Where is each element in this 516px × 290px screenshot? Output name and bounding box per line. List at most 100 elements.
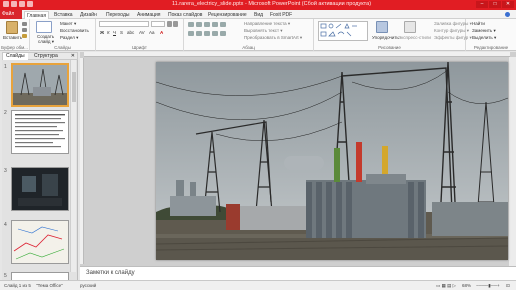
cut-icon[interactable] [22, 22, 27, 26]
group-label: Слайды [54, 45, 71, 50]
pane-tabs: Слайды Структура ✕ [2, 52, 78, 60]
select-button[interactable]: Выделить ▾ [472, 35, 496, 41]
scroll-thumb[interactable] [72, 72, 76, 102]
zoom-level[interactable]: 68% [462, 283, 471, 288]
slide-thumb-5[interactable] [11, 272, 69, 280]
align-text-button[interactable]: Выровнять текст ▾ [244, 28, 283, 34]
justify-icon[interactable] [212, 31, 218, 36]
quick-styles-button[interactable]: Экспресс-стили [398, 35, 431, 40]
shapes-gallery[interactable] [318, 21, 368, 41]
copy-icon[interactable] [22, 28, 27, 32]
fit-slide-icon[interactable]: ⊡ [506, 283, 510, 289]
dark-room-thumbnail [12, 168, 68, 210]
substation-thumbnail [13, 65, 67, 105]
slide-thumb-2[interactable] [11, 110, 69, 154]
strike-icon[interactable]: abc [127, 30, 134, 35]
align-right-icon[interactable] [204, 31, 210, 36]
reset-button[interactable]: Восстановить [60, 28, 89, 33]
columns-icon[interactable] [220, 31, 226, 36]
bold-icon[interactable]: Ж [100, 30, 104, 35]
group-label: Абзац [242, 45, 255, 50]
slide-number: 2 [4, 110, 7, 116]
text-direction-button[interactable]: Направление текста ▾ [244, 21, 290, 27]
tab-review[interactable]: Рецензирование [206, 11, 249, 19]
bullets-icon[interactable] [188, 22, 194, 27]
slide-thumb-1[interactable] [11, 63, 69, 107]
new-slide-icon[interactable] [36, 21, 52, 33]
redo-icon[interactable] [19, 1, 25, 7]
vertical-ruler [80, 58, 84, 264]
horizontal-ruler [84, 52, 510, 57]
format-painter-icon[interactable] [22, 34, 27, 38]
undo-icon[interactable] [11, 1, 17, 7]
tab-home[interactable]: Главная [24, 11, 49, 19]
paste-icon[interactable] [6, 21, 18, 34]
slide-thumb-4[interactable] [11, 220, 69, 264]
editor-scrollbar[interactable] [508, 57, 516, 266]
minimize-button[interactable]: – [476, 1, 488, 8]
group-clipboard: Вставить Буфер обм... [0, 19, 30, 51]
font-size-select[interactable] [151, 21, 165, 27]
help-icon[interactable] [505, 12, 510, 17]
grow-font-icon[interactable] [167, 21, 172, 27]
view-buttons[interactable]: ▭ ▦ ▤ ▷ [436, 283, 456, 289]
layout-button[interactable]: Макет ▾ [60, 21, 76, 27]
quick-access-toolbar[interactable] [3, 1, 43, 9]
close-pane-icon[interactable]: ✕ [71, 53, 75, 59]
zoom-slider[interactable]: −───▮──+ [476, 283, 500, 289]
shapes-icon [320, 23, 357, 37]
close-button[interactable]: ✕ [502, 1, 514, 8]
font-family-select[interactable] [99, 21, 149, 27]
group-editing: Найти Заменить ▾ Выделить ▾ Редактирован… [466, 19, 516, 51]
tab-outline-pane[interactable]: Структура [31, 53, 61, 60]
tab-file[interactable]: Файл [0, 10, 22, 19]
align-center-icon[interactable] [196, 31, 202, 36]
indent-increase-icon[interactable] [212, 22, 218, 27]
arrange-icon[interactable] [376, 21, 388, 33]
maximize-button[interactable]: □ [489, 1, 501, 8]
customize-icon[interactable] [27, 1, 33, 7]
slide-thumb-3[interactable] [11, 167, 69, 211]
arrange-button[interactable]: Упорядочить [372, 35, 399, 40]
case-icon[interactable]: Aa [149, 30, 155, 35]
numbering-icon[interactable] [196, 22, 202, 27]
tab-slides-pane[interactable]: Слайды [3, 53, 28, 60]
shape-outline-button[interactable]: Контур фигуры ▾ [434, 28, 469, 34]
ribbon-tabs: Файл Главная Вставка Дизайн Переходы Ани… [0, 10, 516, 19]
tab-insert[interactable]: Вставка [52, 11, 75, 19]
replace-button[interactable]: Заменить ▾ [472, 28, 496, 34]
paste-button[interactable]: Вставить [3, 35, 22, 40]
language-indicator[interactable]: русский [80, 283, 96, 288]
thumbnail-scrollbar[interactable] [70, 60, 76, 272]
smartart-button[interactable]: Преобразовать в SmartArt ▾ [244, 35, 302, 41]
quick-styles-icon[interactable] [404, 21, 416, 33]
notes-pane[interactable]: Заметки к слайду [80, 266, 516, 280]
group-label: Буфер обм... [1, 45, 28, 50]
tab-slideshow[interactable]: Показ слайдов [166, 11, 204, 19]
shrink-font-icon[interactable] [173, 21, 178, 27]
tab-foxit-pdf[interactable]: Foxit PDF [268, 11, 294, 19]
shadow-icon[interactable]: S [120, 30, 123, 35]
group-label: Шрифт [132, 45, 147, 50]
indent-decrease-icon[interactable] [204, 22, 210, 27]
group-label: Рисование [378, 45, 401, 50]
save-icon[interactable] [3, 1, 9, 7]
italic-icon[interactable]: К [107, 30, 110, 35]
find-button[interactable]: Найти [472, 21, 485, 26]
spacing-icon[interactable]: AV [139, 30, 145, 35]
underline-icon[interactable]: Ч [113, 30, 116, 35]
tab-transitions[interactable]: Переходы [104, 11, 131, 19]
tab-animation[interactable]: Анимация [135, 11, 162, 19]
font-color-icon[interactable]: A [160, 30, 163, 35]
line-spacing-icon[interactable] [220, 22, 226, 27]
current-slide[interactable] [156, 62, 508, 260]
map-thumbnail [12, 221, 68, 263]
slide-thumbnails: 1 2 3 4 5 [2, 60, 78, 280]
align-left-icon[interactable] [188, 31, 194, 36]
tab-design[interactable]: Дизайн [78, 11, 99, 19]
group-slides: Создать слайд ▾ Макет ▾ Восстановить Раз… [30, 19, 96, 51]
title-bar: 11.rarera_electricy_slide.pptx - Microso… [0, 0, 516, 10]
status-bar: Слайд 1 из 5 "Тема Office" русский ▭ ▦ ▤… [0, 280, 516, 290]
tab-view[interactable]: Вид [252, 11, 265, 19]
section-button[interactable]: Раздел ▾ [60, 35, 78, 41]
